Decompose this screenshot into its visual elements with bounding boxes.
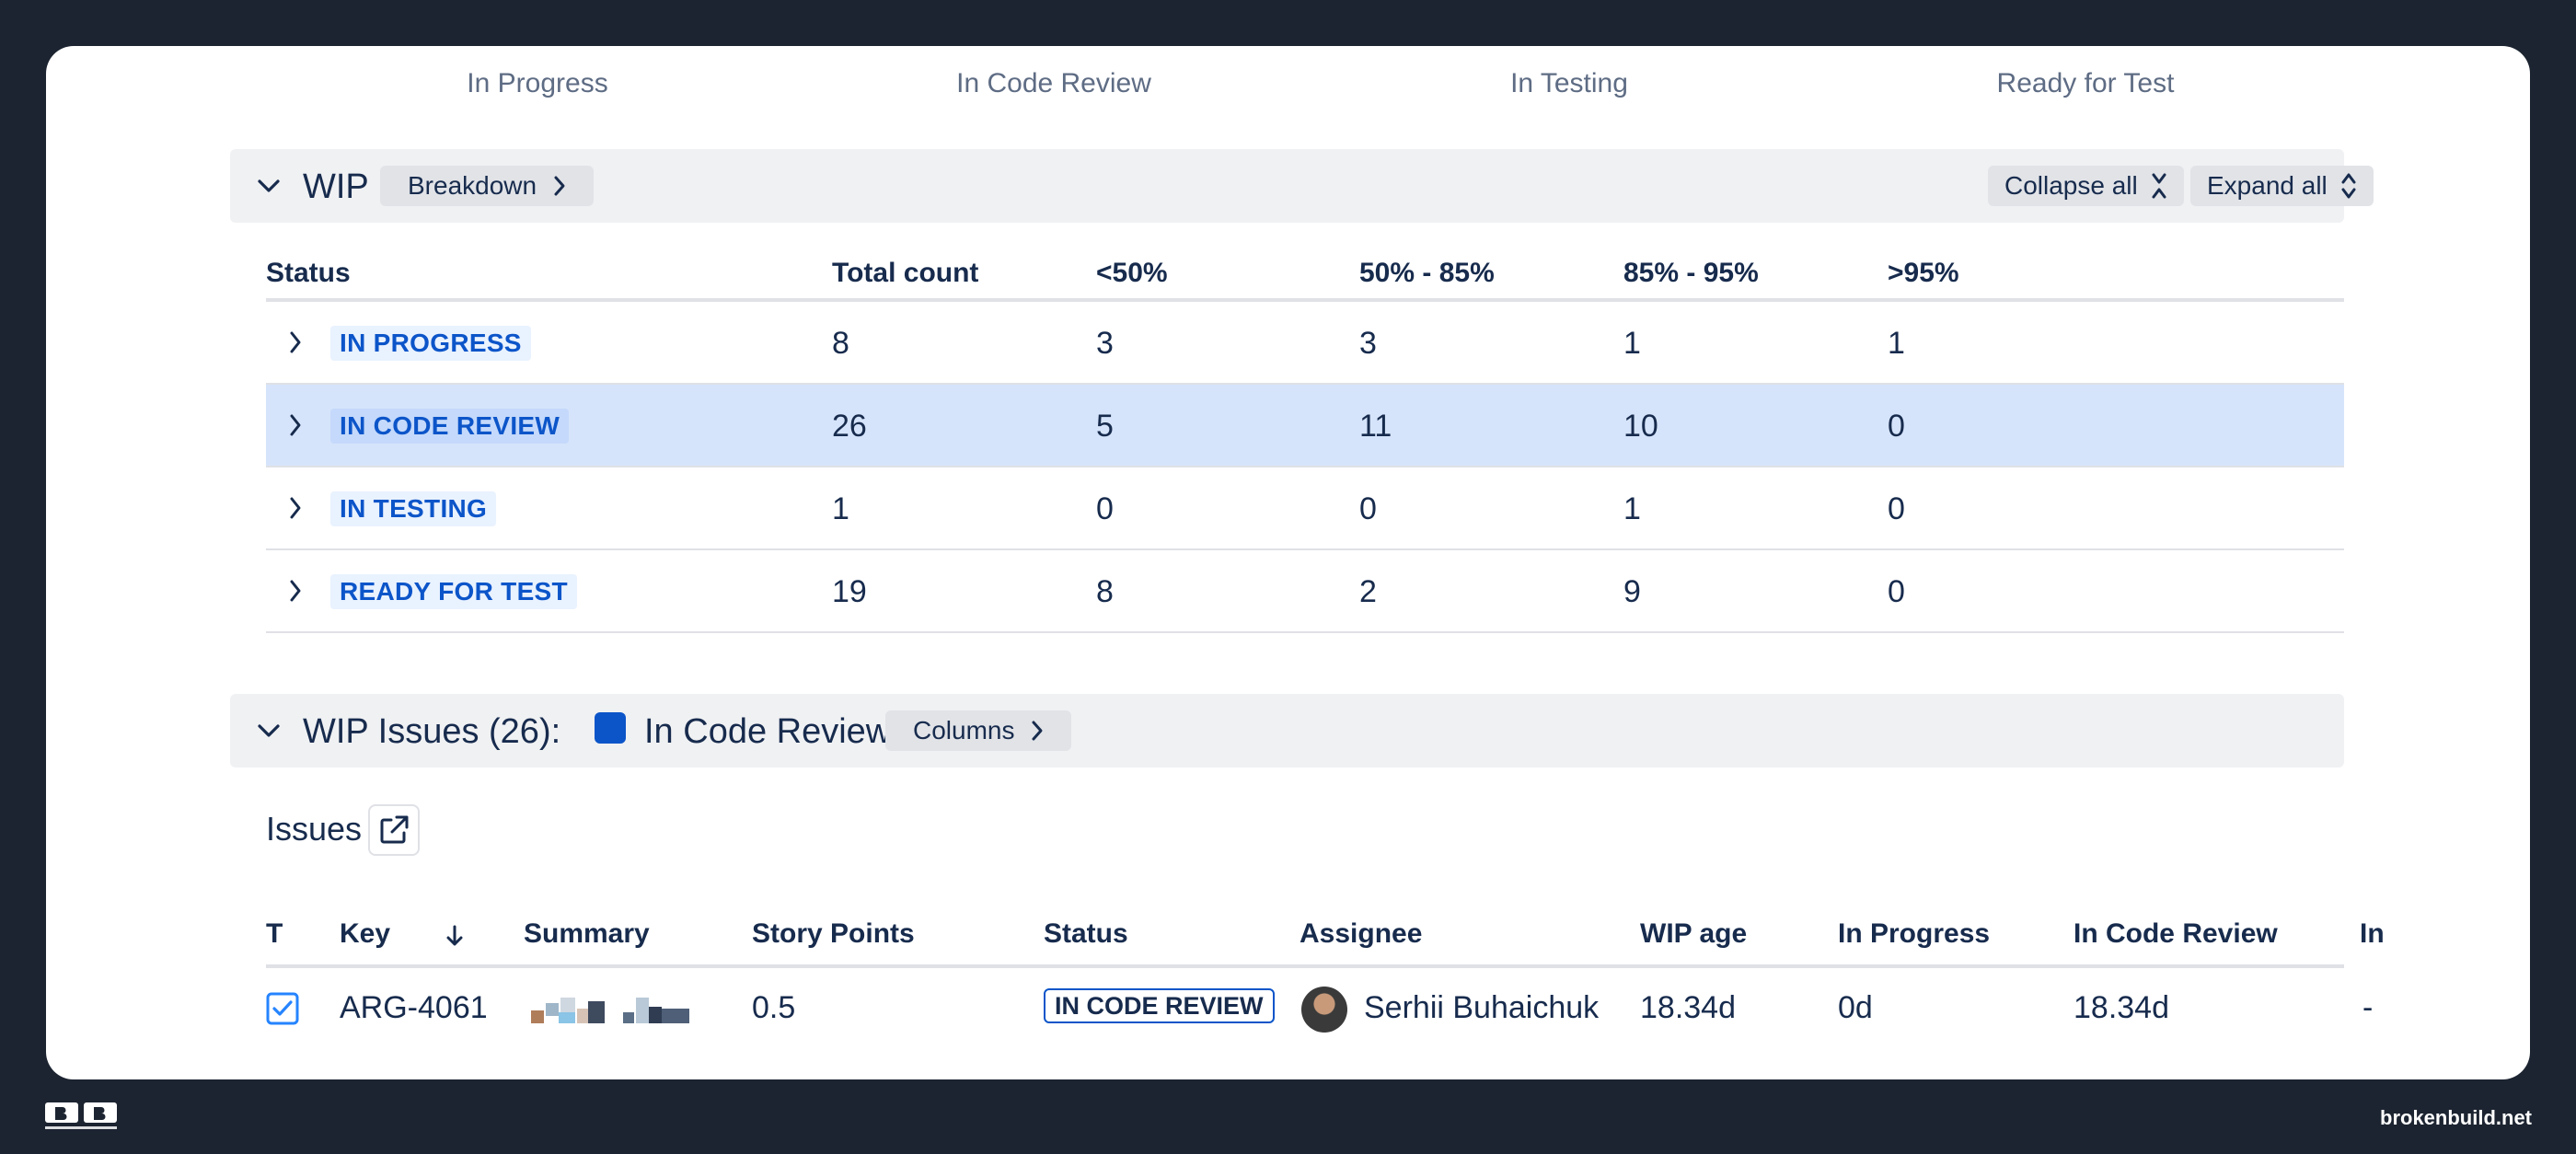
col-status[interactable]: Status <box>1044 918 1128 950</box>
expand-row-chevron-icon[interactable] <box>279 572 312 609</box>
p50-85-cell: 0 <box>1359 491 1377 526</box>
wip-row-in-testing[interactable]: IN TESTING 1 0 0 1 0 <box>266 467 2344 550</box>
columns-button-label: Columns <box>913 716 1015 744</box>
status-color-swatch <box>595 712 626 744</box>
collapse-icon <box>2152 173 2166 199</box>
col-wip-age[interactable]: WIP age <box>1640 918 1747 950</box>
wip-row-in-code-review[interactable]: IN CODE REVIEW 26 5 11 10 0 <box>266 385 2344 467</box>
col-assignee[interactable]: Assignee <box>1300 918 1422 950</box>
col-total-count[interactable]: Total count <box>832 258 978 289</box>
collapse-all-button[interactable]: Collapse all <box>1988 166 2184 206</box>
status-header-in-code-review: In Code Review <box>956 68 1151 98</box>
breakdown-button-label: Breakdown <box>408 171 537 200</box>
lt50-cell: 3 <box>1096 326 1114 361</box>
status-column-header-strip: In Progress In Code Review In Testing Re… <box>46 59 2530 105</box>
wip-section-title: WIP <box>303 167 369 206</box>
columns-button[interactable]: Columns <box>885 710 1072 751</box>
p50-85-cell: 11 <box>1359 409 1392 444</box>
assignee-name: Serhii Buhaichuk <box>1364 990 1600 1025</box>
status-lozenge: READY FOR TEST <box>330 574 577 609</box>
status-chip[interactable]: IN CODE REVIEW <box>1044 988 1275 1023</box>
chevron-right-icon <box>554 176 565 196</box>
col-in-next-truncated[interactable]: In <box>2360 918 2387 950</box>
col-in-progress[interactable]: In Progress <box>1838 918 1990 950</box>
status-lozenge: IN PROGRESS <box>330 326 531 361</box>
lt50-cell: 5 <box>1096 409 1114 444</box>
collapse-all-label: Collapse all <box>2004 171 2138 200</box>
lt50-cell: 8 <box>1096 574 1114 609</box>
wip-issues-title: WIP Issues (26): <box>303 712 561 751</box>
p85-95-cell: 10 <box>1623 409 1658 444</box>
col-story-points[interactable]: Story Points <box>752 918 915 950</box>
wip-issues-section-header: WIP Issues (26): In Code Review Columns <box>230 694 2344 767</box>
sort-descending-icon[interactable] <box>445 924 465 948</box>
lt50-cell: 0 <box>1096 491 1114 526</box>
col-type[interactable]: T <box>266 918 283 950</box>
p85-95-cell: 9 <box>1623 574 1641 609</box>
col-gt95[interactable]: >95% <box>1888 258 1959 289</box>
p85-95-cell: 1 <box>1623 491 1641 526</box>
expand-all-label: Expand all <box>2207 171 2328 200</box>
wip-age-cell: 18.34d <box>1640 990 1736 1025</box>
status-header-in-progress: In Progress <box>467 68 608 98</box>
col-in-code-review[interactable]: In Code Review <box>2074 918 2278 950</box>
in-next-cell: - <box>2362 990 2374 1025</box>
wip-row-ready-for-test[interactable]: READY FOR TEST 19 8 2 9 0 <box>266 550 2344 633</box>
wip-table-header: Status Total count <50% 50% - 85% 85% - … <box>266 239 2344 302</box>
issue-key-link[interactable]: ARG-4061 <box>340 990 488 1026</box>
summary-redacted <box>531 998 697 1025</box>
expand-row-chevron-icon[interactable] <box>279 490 312 526</box>
p85-95-cell: 1 <box>1623 326 1641 361</box>
total-count-cell: 1 <box>832 491 849 526</box>
report-card: In Progress In Code Review In Testing Re… <box>46 46 2530 1079</box>
expand-row-chevron-icon[interactable] <box>279 407 312 444</box>
wip-row-in-progress[interactable]: IN PROGRESS 8 3 3 1 1 <box>266 302 2344 385</box>
expand-all-button[interactable]: Expand all <box>2190 166 2374 206</box>
status-header-in-testing: In Testing <box>1510 68 1628 98</box>
collapse-wip-chevron-icon[interactable] <box>250 167 287 204</box>
avatar <box>1301 987 1347 1033</box>
issues-title: Issues <box>266 810 363 848</box>
chevron-right-icon <box>1032 721 1043 741</box>
col-50-85[interactable]: 50% - 85% <box>1359 258 1495 289</box>
footer-site-name: brokenbuild.net <box>2380 1106 2532 1129</box>
expand-icon <box>2341 173 2356 199</box>
total-count-cell: 26 <box>832 409 867 444</box>
issues-table-header: T Key Summary Story Points Status Assign… <box>266 913 2385 968</box>
story-points-cell: 0.5 <box>752 990 796 1025</box>
status-lozenge: IN CODE REVIEW <box>330 409 570 444</box>
wip-table: Status Total count <50% 50% - 85% 85% - … <box>266 239 2344 633</box>
gt95-cell: 0 <box>1888 574 1905 609</box>
external-link-icon <box>380 815 409 844</box>
col-lt50[interactable]: <50% <box>1096 258 1168 289</box>
task-type-checkbox-icon <box>266 992 299 1025</box>
brokenbuild-logo-icon <box>45 1102 117 1129</box>
col-summary[interactable]: Summary <box>524 918 650 950</box>
wip-issues-status-label: In Code Review <box>644 712 892 751</box>
table-row[interactable]: ARG-4061 0.5 IN CODE REVIEW Serhii Buhai… <box>266 968 2373 1049</box>
breakdown-button[interactable]: Breakdown <box>380 166 595 206</box>
status-header-ready-for-test: Ready for Test <box>1996 68 2175 98</box>
col-status[interactable]: Status <box>266 258 351 289</box>
expand-row-chevron-icon[interactable] <box>279 324 312 361</box>
open-in-new-window-button[interactable] <box>368 804 420 856</box>
gt95-cell: 1 <box>1888 326 1905 361</box>
in-progress-cell: 0d <box>1838 990 1873 1025</box>
col-key[interactable]: Key <box>340 918 390 950</box>
gt95-cell: 0 <box>1888 491 1905 526</box>
gt95-cell: 0 <box>1888 409 1905 444</box>
in-code-review-cell: 18.34d <box>2074 990 2169 1025</box>
p50-85-cell: 2 <box>1359 574 1377 609</box>
wip-section-header: WIP Breakdown Collapse all Expand all <box>230 149 2374 223</box>
status-lozenge: IN TESTING <box>330 491 497 526</box>
col-85-95[interactable]: 85% - 95% <box>1623 258 1759 289</box>
total-count-cell: 8 <box>832 326 849 361</box>
p50-85-cell: 3 <box>1359 326 1377 361</box>
collapse-wip-issues-chevron-icon[interactable] <box>250 712 287 749</box>
total-count-cell: 19 <box>832 574 867 609</box>
